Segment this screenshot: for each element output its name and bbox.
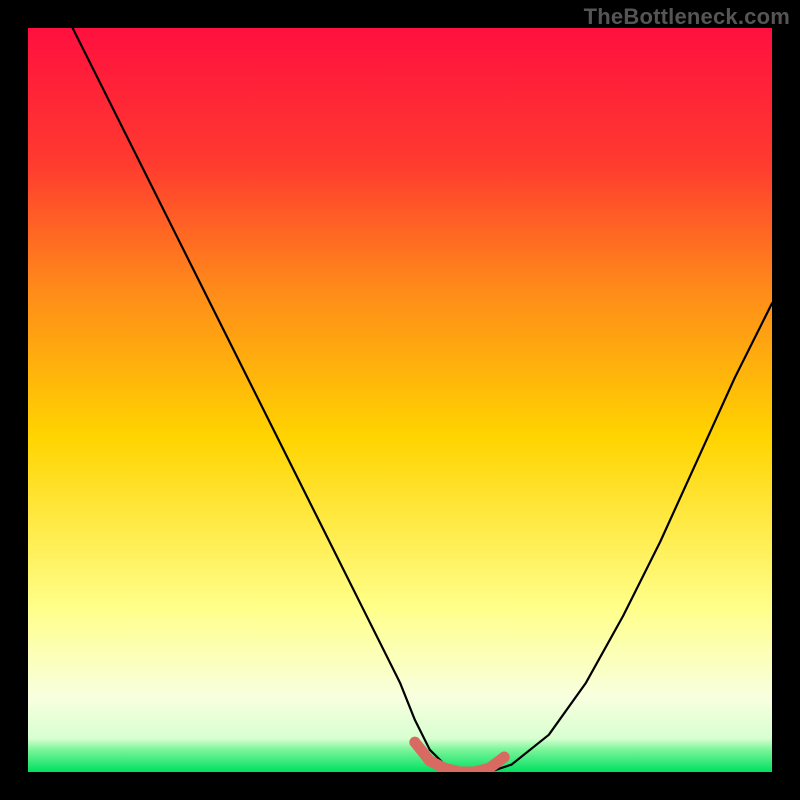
gradient-background (28, 28, 772, 772)
highlight-dot (409, 737, 420, 748)
chart-container: TheBottleneck.com (0, 0, 800, 800)
watermark-label: TheBottleneck.com (584, 4, 790, 30)
plot-area (28, 28, 772, 772)
highlight-dot (424, 755, 435, 766)
chart-svg (28, 28, 772, 772)
highlight-dot (499, 752, 510, 763)
